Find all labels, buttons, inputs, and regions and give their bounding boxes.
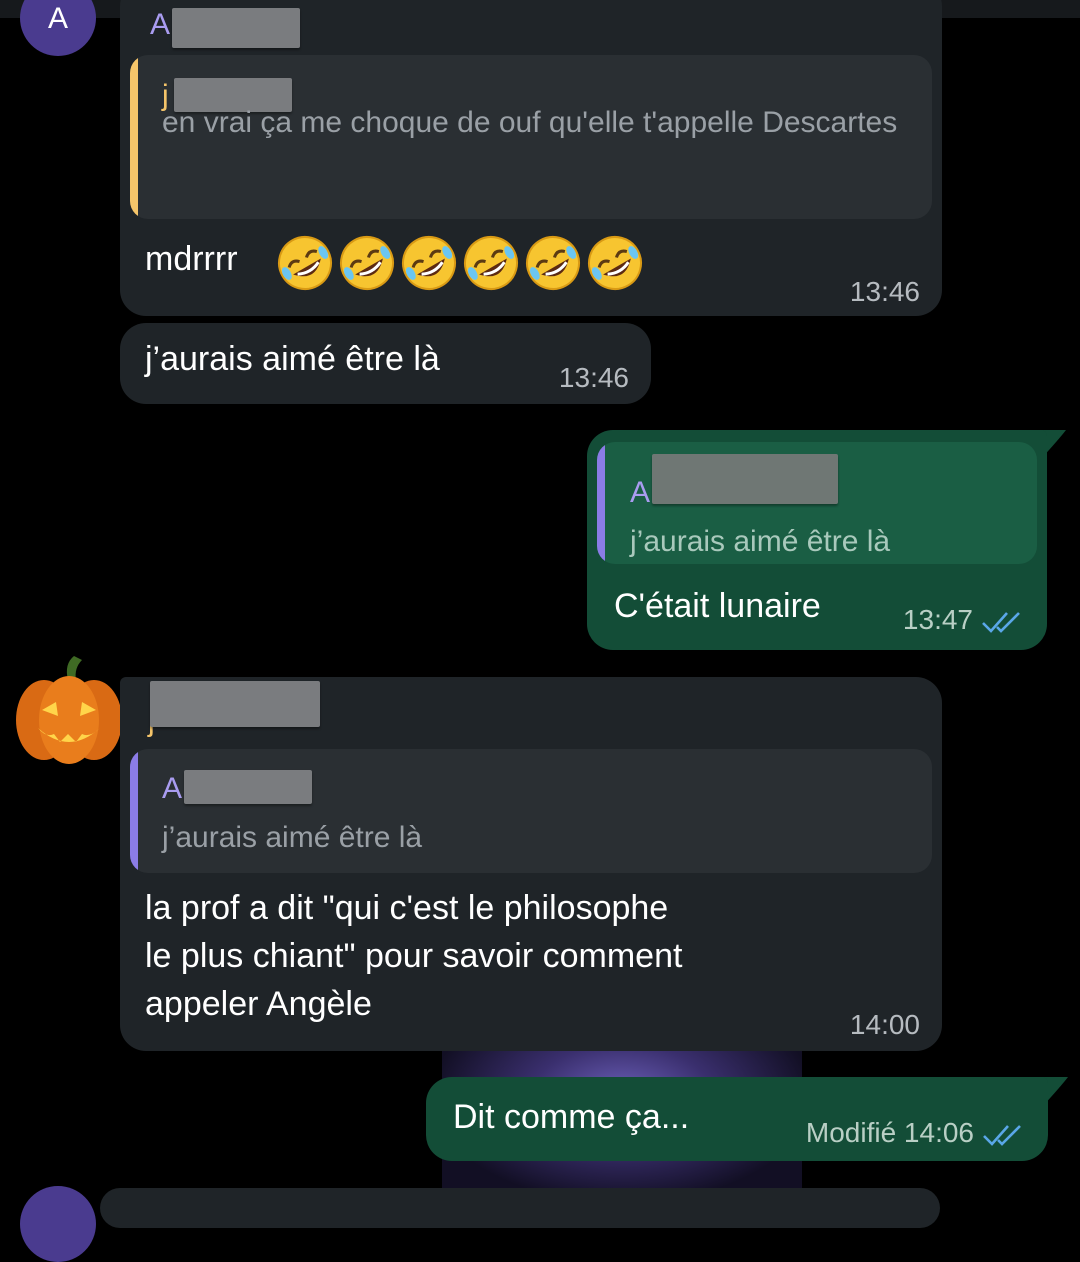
sender-avatar[interactable] bbox=[20, 1186, 96, 1262]
message-text: j’aurais aimé être là bbox=[145, 340, 440, 378]
message-time: 14:06 bbox=[903, 1117, 974, 1148]
sender-name[interactable]: A bbox=[150, 10, 170, 40]
pumpkin-avatar[interactable] bbox=[12, 654, 126, 768]
message-time: 13:46 bbox=[558, 362, 629, 393]
rolling-laughing-emoji-icon bbox=[588, 236, 642, 290]
double-check-read-icon bbox=[983, 1124, 1021, 1146]
message-text-line: appeler Angèle bbox=[145, 985, 372, 1023]
message-text: C'était lunaire bbox=[614, 587, 821, 625]
message-text: mdrrrr bbox=[145, 240, 238, 278]
message-text: la prof a dit "qui c'est le philosophe l… bbox=[145, 884, 682, 1028]
avatar-letter: A bbox=[47, 2, 68, 35]
quote-sender-name: A bbox=[630, 476, 651, 509]
message-text-line: la prof a dit "qui c'est le philosophe bbox=[145, 889, 669, 927]
message-bubble-incoming[interactable] bbox=[100, 1188, 940, 1228]
message-time: 13:46 bbox=[849, 276, 920, 307]
double-check-read-icon bbox=[982, 611, 1020, 633]
message-status: 13:47 bbox=[903, 606, 1025, 635]
message-bubble-outgoing[interactable]: A j’aurais aimé être là C'était lunaire … bbox=[587, 430, 1047, 650]
quote-text: j’aurais aimé être là bbox=[162, 821, 423, 854]
message-bubble-incoming[interactable]: j A j’aurais aimé être là la prof a dit … bbox=[120, 677, 942, 1051]
quote-accent-bar bbox=[130, 749, 138, 873]
reply-quote[interactable]: A j’aurais aimé être là bbox=[597, 442, 1037, 564]
rolling-laughing-emoji-icon bbox=[278, 236, 332, 290]
emoji-row bbox=[275, 233, 645, 293]
message-status: Modifié 14:06 bbox=[806, 1119, 1026, 1148]
rolling-laughing-emoji-icon bbox=[340, 236, 394, 290]
rolling-laughing-emoji-icon bbox=[402, 236, 456, 290]
message-text: Dit comme ça... bbox=[453, 1098, 690, 1136]
rolling-laughing-emoji-icon bbox=[526, 236, 580, 290]
quote-text: en vrai ça me choque de ouf qu'elle t'ap… bbox=[162, 106, 898, 139]
reply-quote[interactable]: A j’aurais aimé être là bbox=[130, 749, 932, 873]
quote-accent-bar bbox=[130, 55, 138, 219]
redacted-name-box bbox=[652, 454, 838, 504]
redacted-name-box bbox=[172, 8, 300, 48]
sender-avatar[interactable]: A bbox=[20, 0, 96, 56]
quote-accent-bar bbox=[597, 442, 605, 564]
quote-text: j’aurais aimé être là bbox=[630, 525, 891, 558]
quote-sender-name: A bbox=[162, 772, 183, 805]
redacted-name-box bbox=[184, 770, 312, 804]
reply-quote[interactable]: j en vrai ça me choque de ouf qu'elle t'… bbox=[130, 55, 932, 219]
rolling-laughing-emoji-icon bbox=[464, 236, 518, 290]
edited-label: Modifié bbox=[805, 1117, 897, 1148]
redacted-name-box bbox=[150, 681, 320, 727]
message-bubble-incoming[interactable]: A j en vrai ça me choque de ouf qu'elle … bbox=[120, 0, 942, 316]
message-bubble-outgoing[interactable]: Dit comme ça... Modifié 14:06 bbox=[426, 1077, 1048, 1161]
message-time: 14:00 bbox=[849, 1009, 920, 1040]
message-bubble-incoming[interactable]: j’aurais aimé être là 13:46 bbox=[120, 323, 651, 404]
message-text-line: le plus chiant" pour savoir comment bbox=[145, 937, 683, 975]
message-time: 13:47 bbox=[902, 604, 973, 635]
